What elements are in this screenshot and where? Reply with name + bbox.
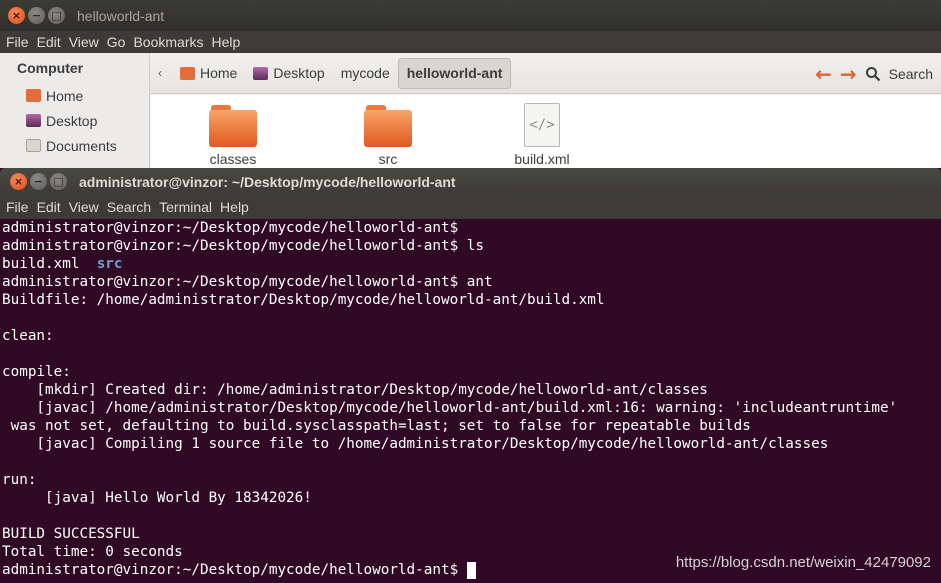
terminal-line: [javac] /home/administrator/Desktop/myco… [2,400,898,416]
search-label: Search [888,65,933,82]
file-name: classes [209,151,257,167]
file-manager-window: × − □ helloworld-ant File Edit View Go B… [0,0,941,170]
menu-view[interactable]: View [69,34,99,50]
menu-file[interactable]: File [6,199,29,215]
file-item-classes[interactable]: classes [193,103,273,167]
breadcrumb-mycode[interactable]: mycode [333,58,398,89]
terminal-line: [java] Hello World By 18342026! [2,490,312,506]
ls-file-entry: build.xml [2,256,80,272]
forward-arrow-icon[interactable]: → [840,62,857,86]
documents-icon [26,139,41,152]
file-name: src [378,151,398,167]
menu-search[interactable]: Search [107,199,151,215]
terminal-line: was not set, defaulting to build.sysclas… [2,418,751,434]
location-toolbar: ‹ Home Desktop mycode helloworld-ant ← →… [150,53,941,94]
menu-bookmarks[interactable]: Bookmarks [133,34,203,50]
terminal-line: clean: [2,328,54,344]
sidebar-item-label: Documents [46,137,117,154]
maximize-icon[interactable]: □ [48,7,65,24]
back-arrow-icon[interactable]: ← [815,62,832,86]
home-icon [180,66,195,80]
menu-go[interactable]: Go [107,34,126,50]
terminal-line: administrator@vinzor:~/Desktop/mycode/he… [2,274,493,290]
breadcrumb-label: Home [200,65,238,81]
home-icon [26,89,41,102]
sidebar-section-computer: Computer [17,60,84,76]
folder-icon [209,103,257,147]
terminal-line: administrator@vinzor:~/Desktop/mycode/he… [2,220,459,236]
breadcrumb-home[interactable]: Home [172,58,245,89]
terminal-line: compile: [2,364,71,380]
maximize-icon[interactable]: □ [50,173,67,190]
desktop-icon [26,114,41,127]
menu-edit[interactable]: Edit [37,34,61,50]
terminal-line: BUILD SUCCESSFUL [2,526,140,542]
menu-view[interactable]: View [69,199,99,215]
file-manager-menubar: File Edit View Go Bookmarks Help [0,31,941,53]
terminal-line: Buildfile: /home/administrator/Desktop/m… [2,292,605,308]
terminal-line: run: [2,472,37,488]
desktop-icon [253,66,269,80]
sidebar-item-home[interactable]: Home [0,83,149,108]
breadcrumb-desktop[interactable]: Desktop [245,58,332,89]
chevron-left-icon[interactable]: ‹ [158,66,162,80]
breadcrumb-label: Desktop [273,65,325,81]
places-sidebar: Computer Home Desktop Documents [0,53,150,170]
terminal-window: × − □ administrator@vinzor: ~/Desktop/my… [0,168,941,583]
close-icon[interactable]: × [8,7,25,24]
sidebar-item-label: Desktop [46,112,98,129]
breadcrumb-helloworld-ant[interactable]: helloworld-ant [397,57,512,89]
terminal-prompt: administrator@vinzor:~/Desktop/mycode/he… [2,562,467,578]
search-icon [865,66,880,81]
search-button[interactable]: Search [865,66,933,82]
file-name: build.xml [514,151,570,167]
file-item-build-xml[interactable]: </> build.xml [502,103,582,167]
terminal-line: [mkdir] Created dir: /home/administrator… [2,382,708,398]
menu-help[interactable]: Help [220,199,249,215]
sidebar-item-desktop[interactable]: Desktop [0,108,149,133]
sidebar-item-label: Home [46,87,84,104]
close-icon[interactable]: × [10,173,27,190]
menu-edit[interactable]: Edit [37,199,61,215]
breadcrumb-label: helloworld-ant [406,65,503,81]
terminal-line: administrator@vinzor:~/Desktop/mycode/he… [2,238,485,254]
terminal-line: [javac] Compiling 1 source file to /home… [2,436,829,452]
text-cursor [466,562,476,579]
terminal-screen[interactable]: administrator@vinzor:~/Desktop/mycode/he… [0,219,941,583]
sidebar-item-documents[interactable]: Documents [0,133,149,158]
window-title: helloworld-ant [77,7,165,24]
minimize-icon[interactable]: − [30,173,47,190]
menu-terminal[interactable]: Terminal [159,199,212,215]
minimize-icon[interactable]: − [28,7,45,24]
folder-icon [364,103,412,147]
ls-dir-entry: src [96,256,123,272]
file-view: classes src </> build.xml [151,95,941,170]
file-item-src[interactable]: src [348,103,428,167]
menu-help[interactable]: Help [212,34,241,50]
terminal-menubar: File Edit View Search Terminal Help [0,195,941,219]
breadcrumb-label: mycode [340,65,390,81]
watermark: https://blog.csdn.net/weixin_42479092 [675,554,931,571]
window-title: administrator@vinzor: ~/Desktop/mycode/h… [79,173,456,190]
terminal-titlebar[interactable]: × − □ administrator@vinzor: ~/Desktop/my… [0,168,941,195]
menu-file[interactable]: File [6,34,29,50]
file-manager-titlebar[interactable]: × − □ helloworld-ant [0,0,941,31]
terminal-line-ls-output: build.xml src [2,255,941,273]
xml-file-icon: </> [524,103,560,147]
